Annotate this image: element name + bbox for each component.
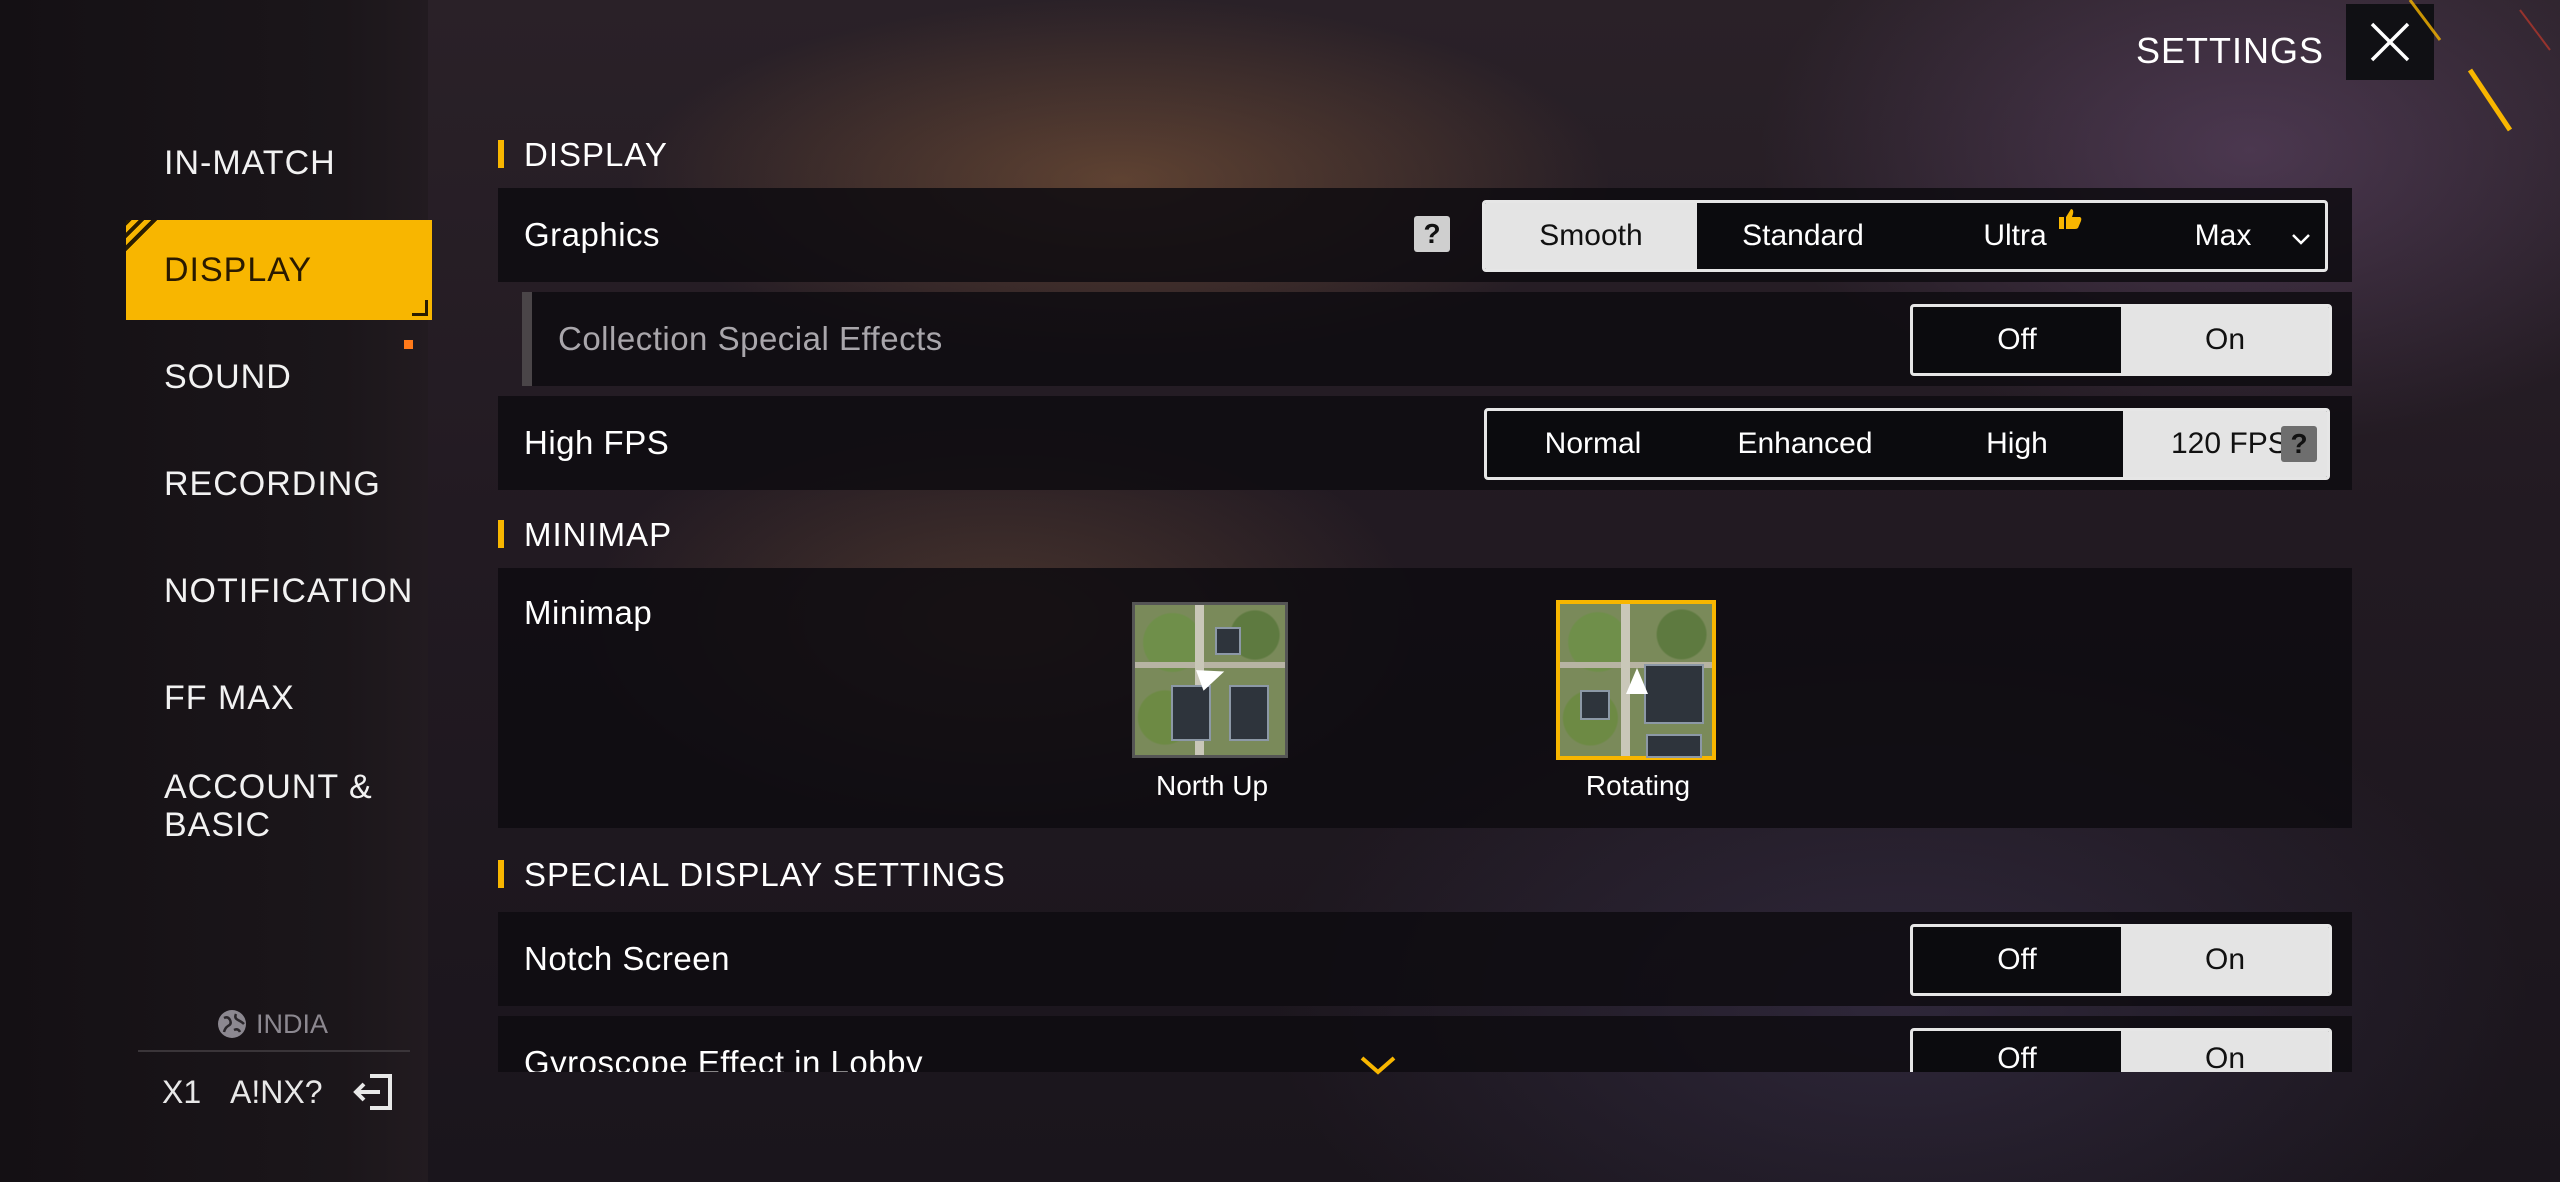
minimap-caption-rotating: Rotating <box>1585 770 1691 801</box>
high-fps-selector: Normal Enhanced High 120 FPS ? <box>1484 408 2330 480</box>
minimap-row: Minimap North Up Rotating <box>498 568 2352 828</box>
sidebar-item-display[interactable]: DISPLAY <box>164 251 312 289</box>
high-fps-option-enhanced[interactable]: Enhanced <box>1699 411 1911 477</box>
user-name: A!NX? <box>230 1074 323 1110</box>
chevron-down-icon <box>2292 234 2310 245</box>
help-icon[interactable]: ? <box>2281 426 2317 462</box>
minimap-label: Minimap <box>524 594 653 631</box>
globe-icon <box>218 1010 246 1038</box>
help-icon[interactable]: ? <box>1414 216 1450 252</box>
notch-screen-label: Notch Screen <box>524 940 730 977</box>
gyroscope-label: Gyroscope Effect in Lobby <box>524 1044 923 1072</box>
graphics-row: Graphics ? Smooth Standard Ultra Max <box>498 188 2352 282</box>
sidebar-item-notification[interactable]: NOTIFICATION <box>164 572 413 610</box>
thumbs-up-icon <box>2059 209 2082 229</box>
sidebar-item-label: BASIC <box>164 806 272 844</box>
graphics-option-label: Max <box>2194 219 2252 252</box>
section-title-display: DISPLAY <box>498 136 668 174</box>
high-fps-option-normal[interactable]: Normal <box>1487 411 1699 477</box>
graphics-selector: Smooth Standard Ultra Max <box>1482 200 2328 272</box>
high-fps-option-high[interactable]: High <box>1911 411 2123 477</box>
graphics-label: Graphics <box>524 216 661 253</box>
notch-screen-toggle: Off On <box>1910 924 2332 996</box>
logout-icon[interactable] <box>352 1070 396 1114</box>
sidebar-item-ff-max[interactable]: FF MAX <box>164 679 295 717</box>
decorative-stripes <box>2408 0 2551 132</box>
notch-screen-on[interactable]: On <box>2121 927 2329 993</box>
sidebar-item-in-match[interactable]: IN-MATCH <box>164 144 336 182</box>
sidebar-item-sound[interactable]: SOUND <box>164 358 292 396</box>
region-label: INDIA <box>256 1008 329 1039</box>
scroll-down-icon[interactable] <box>1358 1054 1398 1078</box>
collection-effects-label: Collection Special Effects <box>558 320 943 357</box>
gyroscope-toggle: Off On <box>1910 1028 2332 1072</box>
high-fps-row: High FPS Normal Enhanced High 120 FPS ? <box>498 396 2352 490</box>
minimap-option-rotating[interactable] <box>1556 600 1716 760</box>
gyroscope-on[interactable]: On <box>2121 1031 2329 1072</box>
graphics-option-standard[interactable]: Standard <box>1697 203 1909 269</box>
subrow-indicator <box>522 292 532 386</box>
collection-effects-on[interactable]: On <box>2121 307 2329 373</box>
high-fps-label: High FPS <box>524 424 670 461</box>
minimap-caption-north-up: North Up <box>1155 770 1269 801</box>
minimap-option-north-up[interactable] <box>1132 602 1288 758</box>
sidebar-item-recording[interactable]: RECORDING <box>164 465 381 503</box>
notification-dot <box>404 340 413 349</box>
region-indicator: INDIA <box>216 1008 328 1040</box>
page-title: SETTINGS <box>2136 30 2325 71</box>
gyroscope-row: Gyroscope Effect in Lobby Off On <box>498 1016 2352 1072</box>
notch-screen-off[interactable]: Off <box>1913 927 2121 993</box>
user-level: X1 <box>162 1074 202 1110</box>
sidebar-item-account-basic[interactable]: ACCOUNT & BASIC <box>164 768 373 844</box>
graphics-option-max[interactable]: Max <box>2121 203 2325 269</box>
notch-screen-row: Notch Screen Off On <box>498 912 2352 1006</box>
graphics-option-ultra[interactable]: Ultra <box>1909 203 2121 269</box>
collection-effects-toggle: Off On <box>1910 304 2332 376</box>
collection-effects-row: Collection Special Effects Off On <box>522 292 2352 386</box>
gyroscope-off[interactable]: Off <box>1913 1031 2121 1072</box>
section-title-minimap: MINIMAP <box>498 516 672 554</box>
sidebar: IN-MATCH DISPLAY SOUND RECORDING NOTIFIC… <box>0 0 432 1182</box>
graphics-option-label: Ultra <box>1983 219 2047 252</box>
divider <box>138 1050 410 1052</box>
high-fps-option-label: 120 FPS <box>2171 427 2288 460</box>
graphics-option-smooth[interactable]: Smooth <box>1485 203 1697 269</box>
collection-effects-off[interactable]: Off <box>1913 307 2121 373</box>
sidebar-item-label: ACCOUNT & <box>164 768 373 806</box>
high-fps-option-120[interactable]: 120 FPS ? <box>2123 411 2327 477</box>
section-title-special: SPECIAL DISPLAY SETTINGS <box>498 856 1006 894</box>
